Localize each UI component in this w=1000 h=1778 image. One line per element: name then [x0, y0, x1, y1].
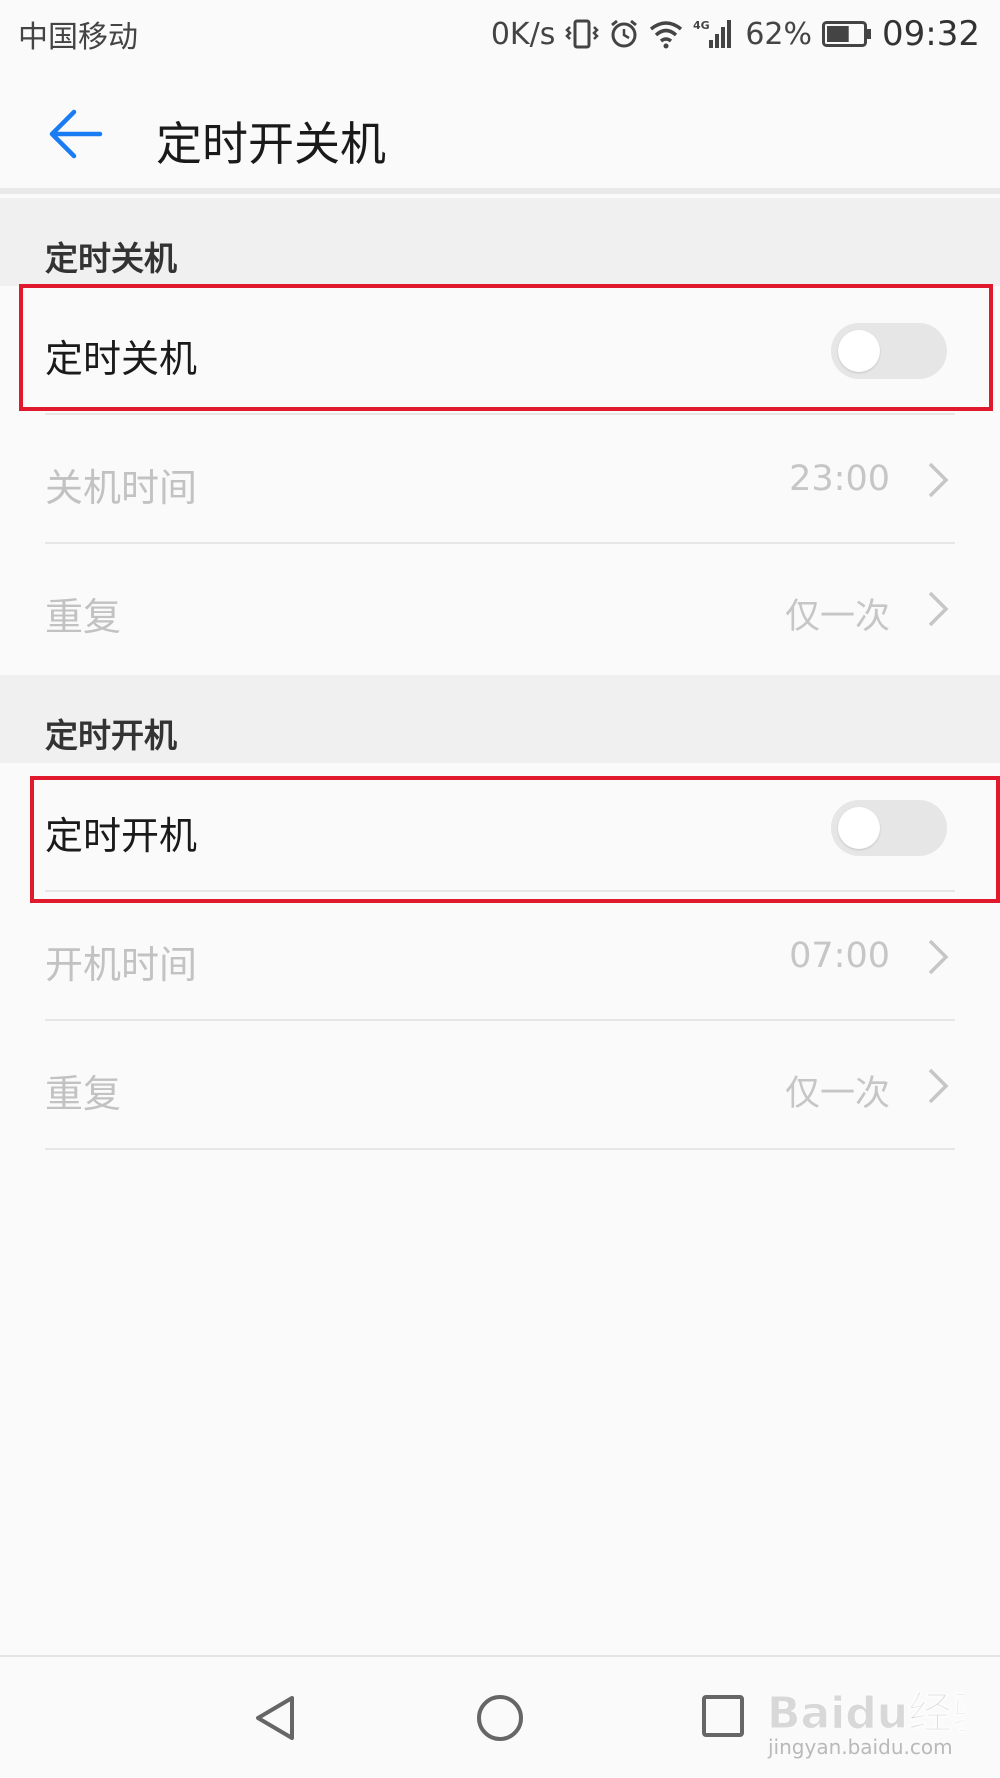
- battery-percent: 62%: [745, 16, 813, 52]
- screen: 中国移动 0K/s 4G 62% 09:32 定时开关机 定时关机 定时关机 关…: [0, 0, 1000, 1778]
- shutdown-repeat-row[interactable]: 重复 仅一次: [0, 544, 1000, 673]
- shutdown-repeat-label: 重复: [45, 595, 122, 639]
- shutdown-time-value: 23:00: [789, 459, 890, 499]
- network-speed: 0K/s: [490, 16, 556, 52]
- carrier-name: 中国移动: [18, 20, 138, 55]
- startup-repeat-row[interactable]: 重复 仅一次: [0, 1021, 1000, 1150]
- network-type-label: 4G: [693, 19, 710, 32]
- signal-icon: 4G: [693, 19, 732, 48]
- status-bar: 中国移动 0K/s 4G 62% 09:32: [0, 0, 1000, 68]
- row-divider: [45, 1148, 955, 1150]
- page-title: 定时开关机: [156, 117, 386, 171]
- app-bar: 定时开关机: [0, 68, 1000, 194]
- chevron-right-icon: [928, 1068, 949, 1104]
- back-triangle-icon[interactable]: [252, 1693, 300, 1743]
- highlight-box-shutdown: [19, 284, 993, 411]
- section-header-startup: 定时开机: [0, 675, 1000, 763]
- chevron-right-icon: [928, 591, 949, 627]
- wifi-icon: [650, 21, 683, 49]
- startup-repeat-value: 仅一次: [784, 1074, 890, 1114]
- startup-repeat-label: 重复: [45, 1072, 122, 1116]
- clock: 09:32: [882, 14, 980, 54]
- back-button[interactable]: [46, 106, 104, 162]
- startup-time-row[interactable]: 开机时间 07:00: [0, 892, 1000, 1021]
- status-icons: 0K/s 4G 62% 09:32: [491, 14, 980, 54]
- section-header-shutdown: 定时关机: [0, 198, 1000, 286]
- arrow-left-icon: [49, 109, 103, 159]
- shutdown-repeat-value: 仅一次: [784, 597, 890, 637]
- chevron-right-icon: [928, 939, 949, 975]
- shutdown-time-row[interactable]: 关机时间 23:00: [0, 415, 1000, 544]
- chevron-right-icon: [928, 462, 949, 498]
- vibrate-icon: [565, 19, 600, 49]
- home-circle-icon[interactable]: [475, 1693, 525, 1743]
- watermark-url: jingyan.baidu.com: [768, 1735, 953, 1759]
- alarm-icon: [611, 19, 638, 48]
- recents-square-icon[interactable]: [700, 1693, 746, 1739]
- watermark-brand: Baidu经验: [767, 1688, 965, 1739]
- battery-icon: [822, 21, 872, 47]
- startup-time-label: 开机时间: [45, 943, 198, 987]
- shutdown-time-label: 关机时间: [45, 466, 198, 510]
- highlight-box-startup: [30, 776, 1000, 903]
- startup-time-value: 07:00: [789, 936, 890, 976]
